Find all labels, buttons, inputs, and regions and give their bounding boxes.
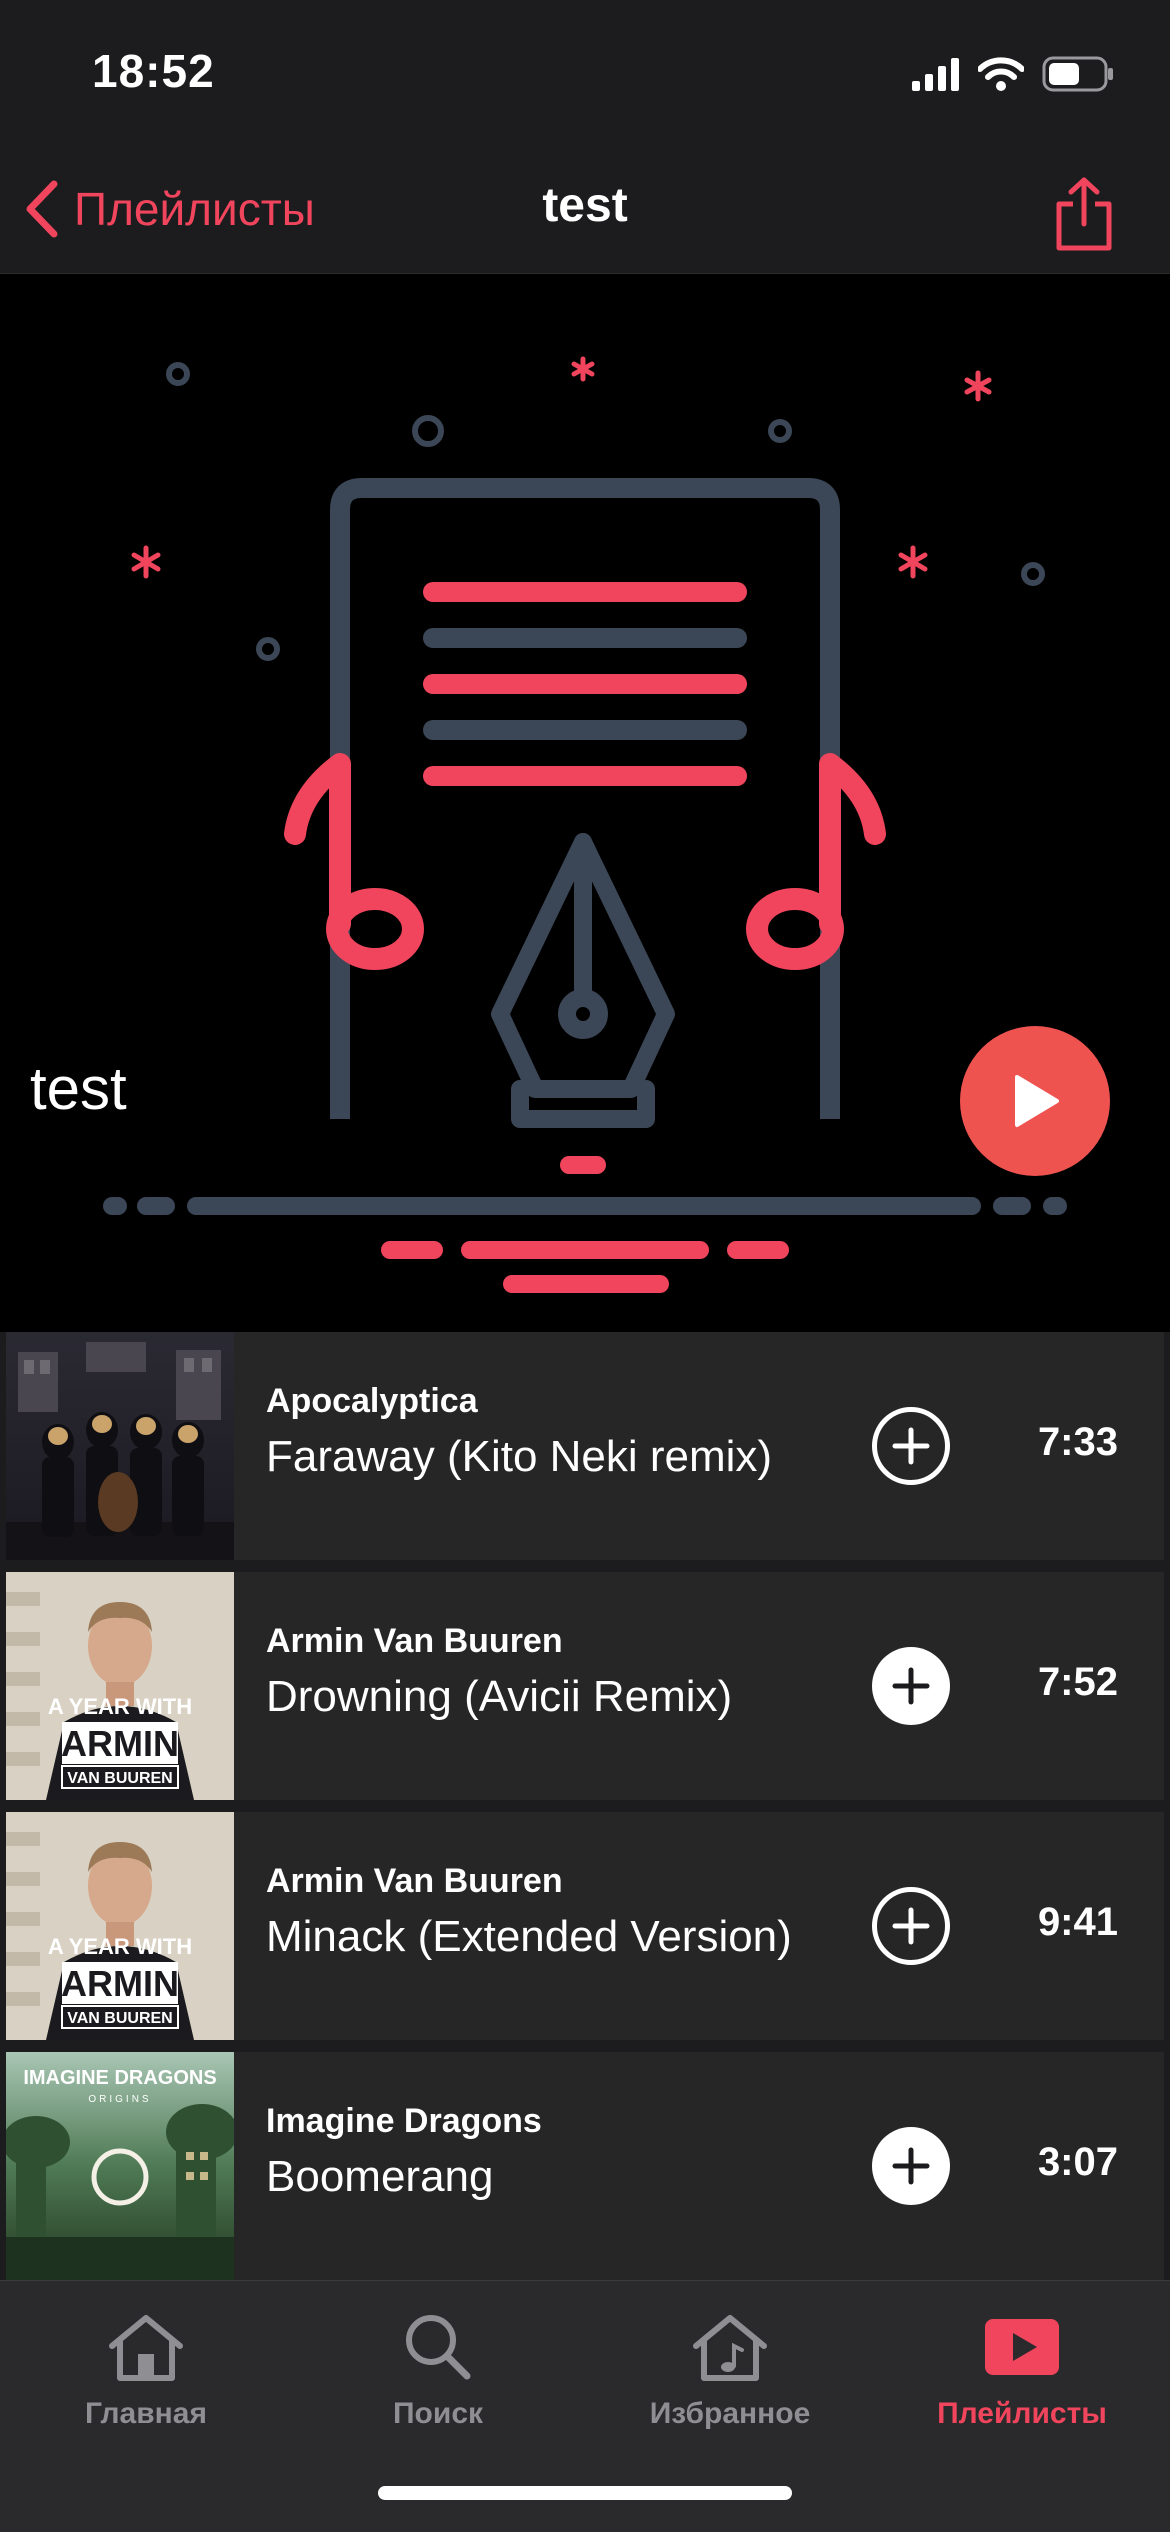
- playlist-artwork: test: [0, 274, 1170, 1332]
- tab-label: Плейлисты: [937, 2397, 1107, 2430]
- tab-home[interactable]: Главная: [0, 2281, 292, 2461]
- imagine-dragons-cover-image: IMAGINE DRAGONS ORIGINS: [6, 2052, 234, 2280]
- track-duration: 9:41: [1037, 1900, 1118, 1944]
- cellular-signal-icon: [912, 58, 959, 91]
- home-indicator: [378, 2486, 792, 2500]
- page-title: test: [542, 179, 628, 232]
- cover-text: IMAGINE DRAGONS: [23, 2067, 216, 2089]
- album-cover: [6, 1332, 234, 1560]
- wifi-icon: [978, 57, 1024, 91]
- album-cover: A YEAR WITH ARMIN VAN BUUREN: [6, 1572, 234, 1800]
- track-duration: 3:07: [1037, 2140, 1118, 2184]
- armin-cover-image: A YEAR WITH ARMIN VAN BUUREN: [6, 1812, 234, 2040]
- album-cover: A YEAR WITH ARMIN VAN BUUREN: [6, 1812, 234, 2040]
- play-icon: [1015, 1075, 1059, 1127]
- tab-label: Поиск: [392, 2397, 484, 2430]
- playlist-play-icon: [985, 2319, 1059, 2375]
- music-house-icon: [693, 2315, 767, 2381]
- track-name: Boomerang: [266, 2152, 494, 2201]
- status-icons: [912, 52, 1114, 96]
- tab-favorites[interactable]: Избранное: [584, 2281, 876, 2461]
- search-icon: [406, 2315, 471, 2380]
- nav-bar: Плейлисты test: [0, 150, 1170, 274]
- cover-text: A YEAR WITH: [48, 1694, 192, 1719]
- track-artist: Apocalyptica: [266, 1382, 478, 1420]
- battery-icon: [1042, 56, 1113, 92]
- tab-search[interactable]: Поиск: [292, 2281, 584, 2461]
- tab-label: Избранное: [649, 2397, 811, 2430]
- share-icon: [1056, 177, 1112, 251]
- track-duration: 7:33: [1037, 1420, 1118, 1464]
- track-row[interactable]: A YEAR WITH ARMIN VAN BUUREN Armin Van B…: [6, 1572, 1164, 1800]
- armin-cover-image: A YEAR WITH ARMIN VAN BUUREN: [6, 1572, 234, 1800]
- track-artist: Armin Van Buuren: [266, 1862, 563, 1900]
- track-duration: 7:52: [1037, 1660, 1118, 1704]
- album-cover: IMAGINE DRAGONS ORIGINS: [6, 2052, 234, 2280]
- home-icon: [109, 2315, 183, 2381]
- track-row[interactable]: Apocalyptica Faraway (Kito Neki remix) 7…: [6, 1332, 1164, 1560]
- track-row[interactable]: IMAGINE DRAGONS ORIGINS Imagine Dragons …: [6, 2052, 1164, 2280]
- cover-text: VAN BUUREN: [67, 1770, 172, 1787]
- plus-icon: [892, 1907, 930, 1945]
- cover-text: A YEAR WITH: [48, 1934, 192, 1959]
- track-name: Minack (Extended Version): [266, 1912, 792, 1961]
- track-name: Faraway (Kito Neki remix): [266, 1432, 773, 1481]
- cover-text: ORIGINS: [88, 2094, 151, 2105]
- plus-icon: [892, 1427, 930, 1465]
- track-artist: Armin Van Buuren: [266, 1622, 563, 1660]
- cover-text: ARMIN: [61, 1723, 179, 1764]
- playlist-illustration: [103, 356, 1067, 1293]
- plus-icon: [892, 1667, 930, 1705]
- track-row[interactable]: A YEAR WITH ARMIN VAN BUUREN Armin Van B…: [6, 1812, 1164, 2040]
- share-button[interactable]: [1034, 164, 1134, 264]
- add-track-button[interactable]: [872, 1887, 950, 1965]
- playlist-title: test: [30, 1055, 127, 1122]
- cover-text: VAN BUUREN: [67, 2010, 172, 2027]
- status-time: 18:52: [92, 45, 215, 97]
- add-track-button[interactable]: [872, 1407, 950, 1485]
- tab-playlists[interactable]: Плейлисты: [876, 2281, 1168, 2461]
- track-artist: Imagine Dragons: [266, 2102, 542, 2140]
- track-list: Apocalyptica Faraway (Kito Neki remix) 7…: [6, 1332, 1164, 2292]
- plus-icon: [892, 2147, 930, 2185]
- play-button[interactable]: [960, 1026, 1110, 1176]
- track-name: Drowning (Avicii Remix): [266, 1672, 733, 1721]
- tab-label: Главная: [84, 2397, 207, 2430]
- status-bar: 18:52: [0, 0, 1170, 150]
- add-track-button[interactable]: [872, 2127, 950, 2205]
- apocalyptica-cover-image: [6, 1332, 234, 1560]
- add-track-button[interactable]: [872, 1647, 950, 1725]
- cover-text: ARMIN: [61, 1963, 179, 2004]
